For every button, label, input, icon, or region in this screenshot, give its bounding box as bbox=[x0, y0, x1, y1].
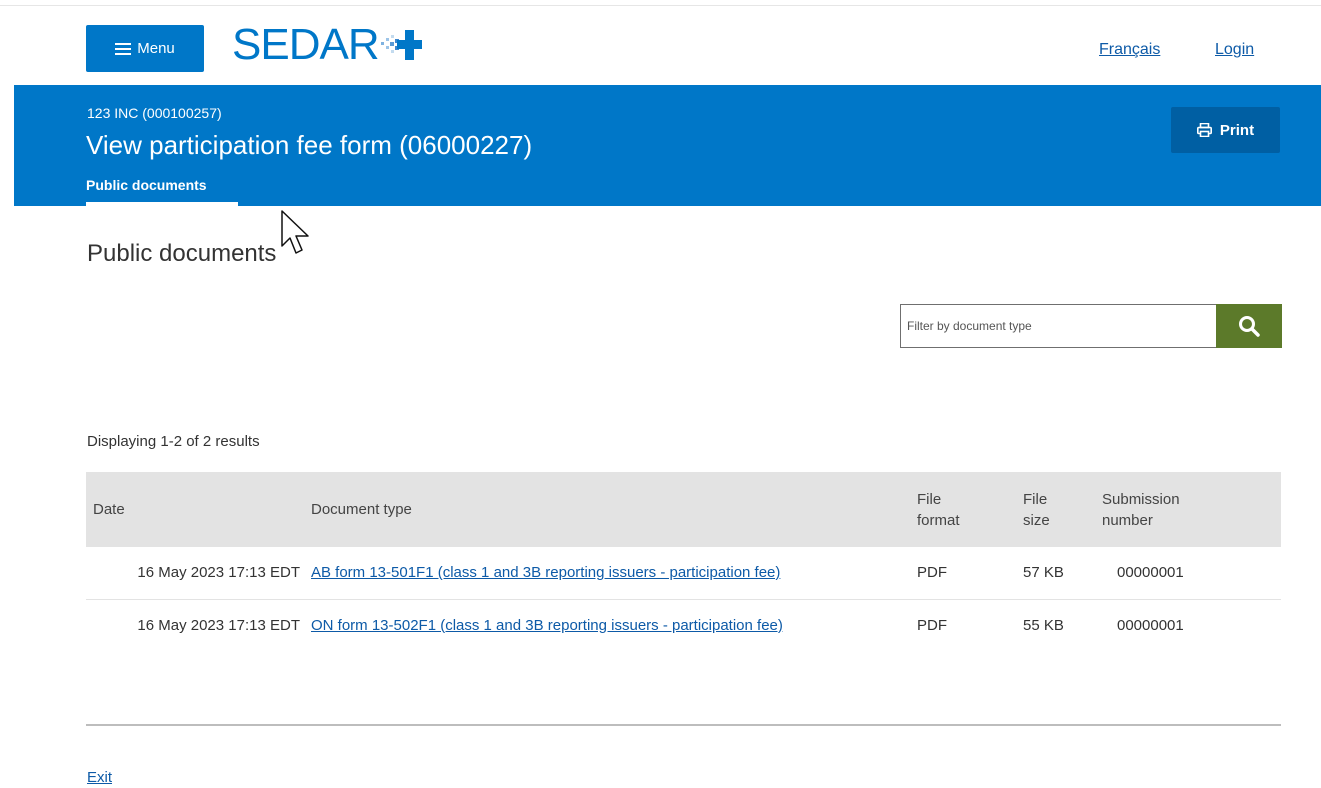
row-submission-number: 00000001 bbox=[1095, 547, 1281, 600]
mouse-pointer-icon bbox=[281, 210, 309, 254]
row-date: 16 May 2023 17:13 EDT bbox=[86, 547, 304, 600]
section-heading: Public documents bbox=[87, 240, 277, 267]
printer-icon bbox=[1196, 123, 1212, 137]
column-header-document-type[interactable]: Document type bbox=[304, 472, 910, 547]
french-language-link[interactable]: Français bbox=[1099, 41, 1160, 59]
content-divider bbox=[86, 724, 1281, 726]
table-header-row: Date Document type File format File size… bbox=[86, 472, 1281, 547]
file-format-header-text: File format bbox=[917, 490, 960, 529]
page-title: View participation fee form (06000227) bbox=[86, 130, 533, 160]
filter-input[interactable] bbox=[900, 304, 1216, 348]
document-link[interactable]: AB form 13-501F1 (class 1 and 3B reporti… bbox=[311, 564, 780, 581]
document-link[interactable]: ON form 13-502F1 (class 1 and 3B reporti… bbox=[311, 615, 783, 637]
row-file-format: PDF bbox=[917, 616, 947, 634]
submission-number-header-text: Submission number bbox=[1102, 490, 1180, 529]
plus-icon bbox=[380, 30, 422, 60]
menu-button-label: Menu bbox=[137, 40, 175, 57]
results-count: Displaying 1-2 of 2 results bbox=[87, 433, 260, 450]
row-file-size: 57 KB bbox=[1016, 547, 1095, 600]
search-button[interactable] bbox=[1216, 304, 1282, 348]
hamburger-icon bbox=[115, 42, 132, 55]
table-row: 16 May 2023 17:13 EDT ON form 13-502F1 (… bbox=[86, 599, 1281, 679]
file-size-header-text: File size bbox=[1023, 490, 1050, 529]
print-button-label: Print bbox=[1219, 121, 1255, 139]
sedar-logo[interactable]: SEDAR bbox=[232, 20, 423, 70]
site-header: Menu SEDAR Français Login bbox=[0, 6, 1321, 85]
document-type-filter bbox=[900, 304, 1282, 348]
search-icon bbox=[1239, 316, 1260, 337]
row-file-format: PDF bbox=[910, 547, 1016, 600]
row-document-type: AB form 13-501F1 (class 1 and 3B reporti… bbox=[304, 547, 910, 600]
column-header-submission-number[interactable]: Submission number bbox=[1095, 472, 1281, 547]
row-document-type: ON form 13-502F1 (class 1 and 3B reporti… bbox=[304, 599, 910, 679]
column-header-file-size[interactable]: File size bbox=[1016, 472, 1095, 547]
login-link[interactable]: Login bbox=[1215, 41, 1254, 59]
row-date: 16 May 2023 17:13 EDT bbox=[137, 616, 300, 634]
tab-public-documents[interactable]: Public documents bbox=[86, 177, 207, 193]
public-documents-table: Date Document type File format File size… bbox=[86, 472, 1281, 679]
exit-link[interactable]: Exit bbox=[87, 769, 112, 786]
print-button[interactable]: Print bbox=[1171, 107, 1280, 153]
menu-button[interactable]: Menu bbox=[86, 25, 204, 72]
column-header-file-format[interactable]: File format bbox=[910, 472, 1016, 547]
row-file-size: 55 KB bbox=[1023, 616, 1064, 634]
issuer-name: 123 INC (000100257) bbox=[87, 105, 222, 121]
table-row: 16 May 2023 17:13 EDT AB form 13-501F1 (… bbox=[86, 547, 1281, 600]
row-submission-number: 00000001 bbox=[1117, 616, 1184, 634]
column-header-date[interactable]: Date bbox=[86, 472, 304, 547]
active-tab-indicator bbox=[86, 202, 238, 206]
page-banner: 123 INC (000100257) View participation f… bbox=[14, 85, 1321, 206]
logo-text: SEDAR bbox=[232, 20, 380, 69]
